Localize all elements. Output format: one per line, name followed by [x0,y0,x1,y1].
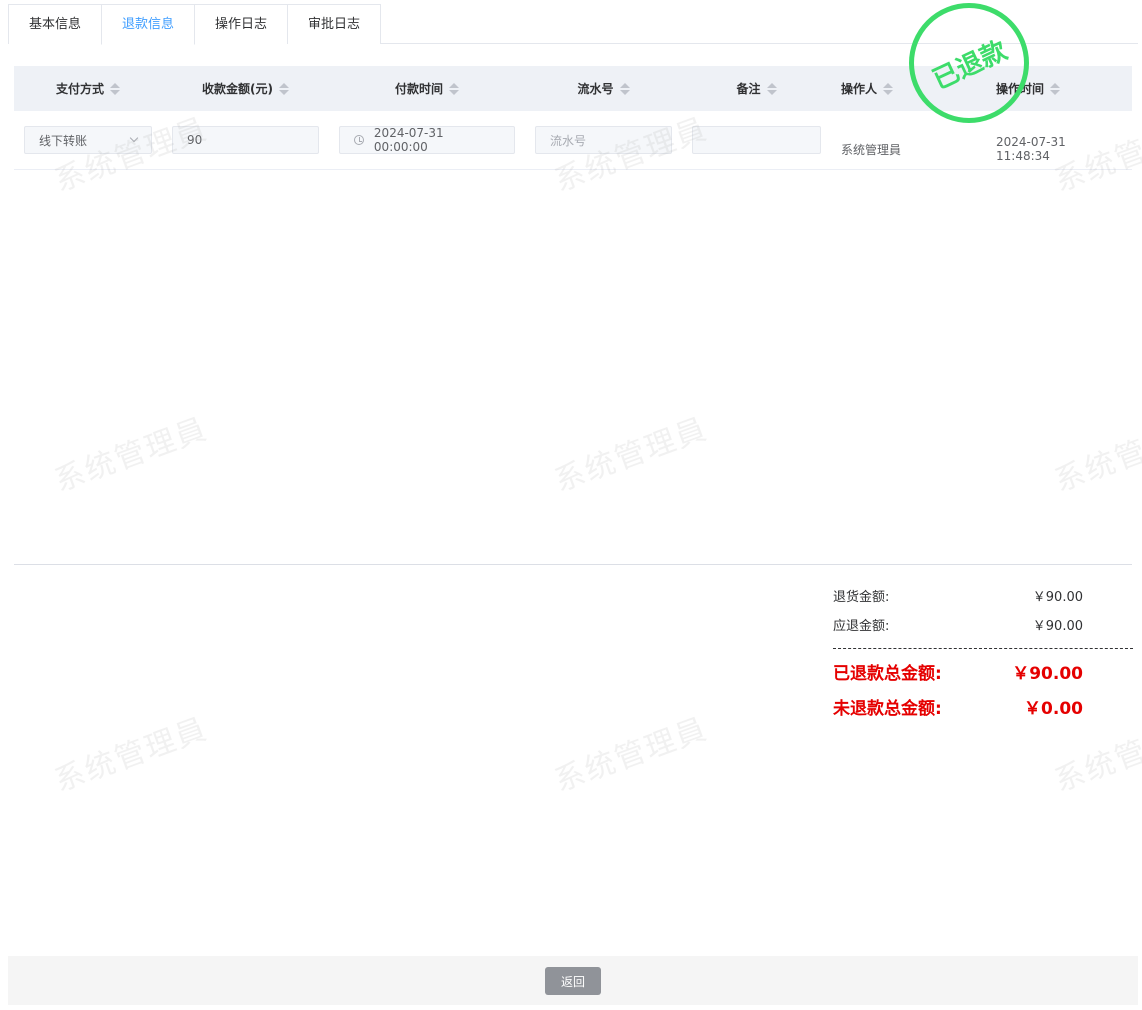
chevron-down-icon [129,133,139,143]
unrefunded-total-value: ￥0.00 [1024,699,1083,719]
operation-time: 2024-07-31 11:48:34 [996,135,1066,163]
sort-icon[interactable] [766,82,777,95]
sort-icon[interactable] [619,82,630,95]
unrefunded-total-label: 未退款总金额: [833,699,942,719]
sort-icon[interactable] [883,82,894,95]
return-amount-label: 退货金额: [833,590,890,605]
header-amount[interactable]: 收款金额(元) [162,80,329,97]
summary-divider [833,648,1133,649]
watermark: 系统管理員 [50,711,213,800]
clock-icon [354,135,364,145]
serial-no-input[interactable]: 流水号 [535,126,672,154]
tab-refund-info[interactable]: 退款信息 [101,4,196,45]
due-amount-value: ￥90.00 [1032,619,1083,634]
due-amount-label: 应退金额: [833,619,890,634]
watermark: 系统管理員 [1050,411,1142,500]
watermark: 系统管理員 [50,411,213,500]
header-pay-time[interactable]: 付款时间 [329,80,525,97]
stamp-text: 已退款 [928,35,1012,96]
sort-icon[interactable] [110,82,120,95]
divider [14,564,1132,565]
amount-input[interactable]: 90 [172,126,319,154]
remark-input[interactable] [692,126,821,154]
header-serial-no[interactable]: 流水号 [525,80,682,97]
operator-name: 系统管理員 [841,142,902,157]
tab-approval-log[interactable]: 审批日志 [287,4,382,44]
watermark: 系统管理員 [550,411,713,500]
refunded-stamp: 已退款 [909,3,1029,123]
return-amount-value: ￥90.00 [1032,590,1083,605]
refunded-total-label: 已退款总金额: [833,664,942,684]
watermark: 系统管理員 [550,711,713,800]
sort-icon[interactable] [278,82,289,95]
refunded-total-value: ￥90.00 [1012,664,1083,684]
sort-icon[interactable] [449,82,459,95]
pay-time-picker[interactable]: 2024-07-31 00:00:00 [339,126,515,154]
payment-method-select[interactable]: 线下转账 [24,126,152,154]
sort-icon[interactable] [1050,82,1061,95]
header-payment-method[interactable]: 支付方式 [14,80,162,97]
back-button[interactable]: 返回 [545,967,601,995]
header-remark[interactable]: 备注 [682,80,831,97]
tab-operation-log[interactable]: 操作日志 [194,4,289,44]
tab-basic-info[interactable]: 基本信息 [8,4,103,44]
